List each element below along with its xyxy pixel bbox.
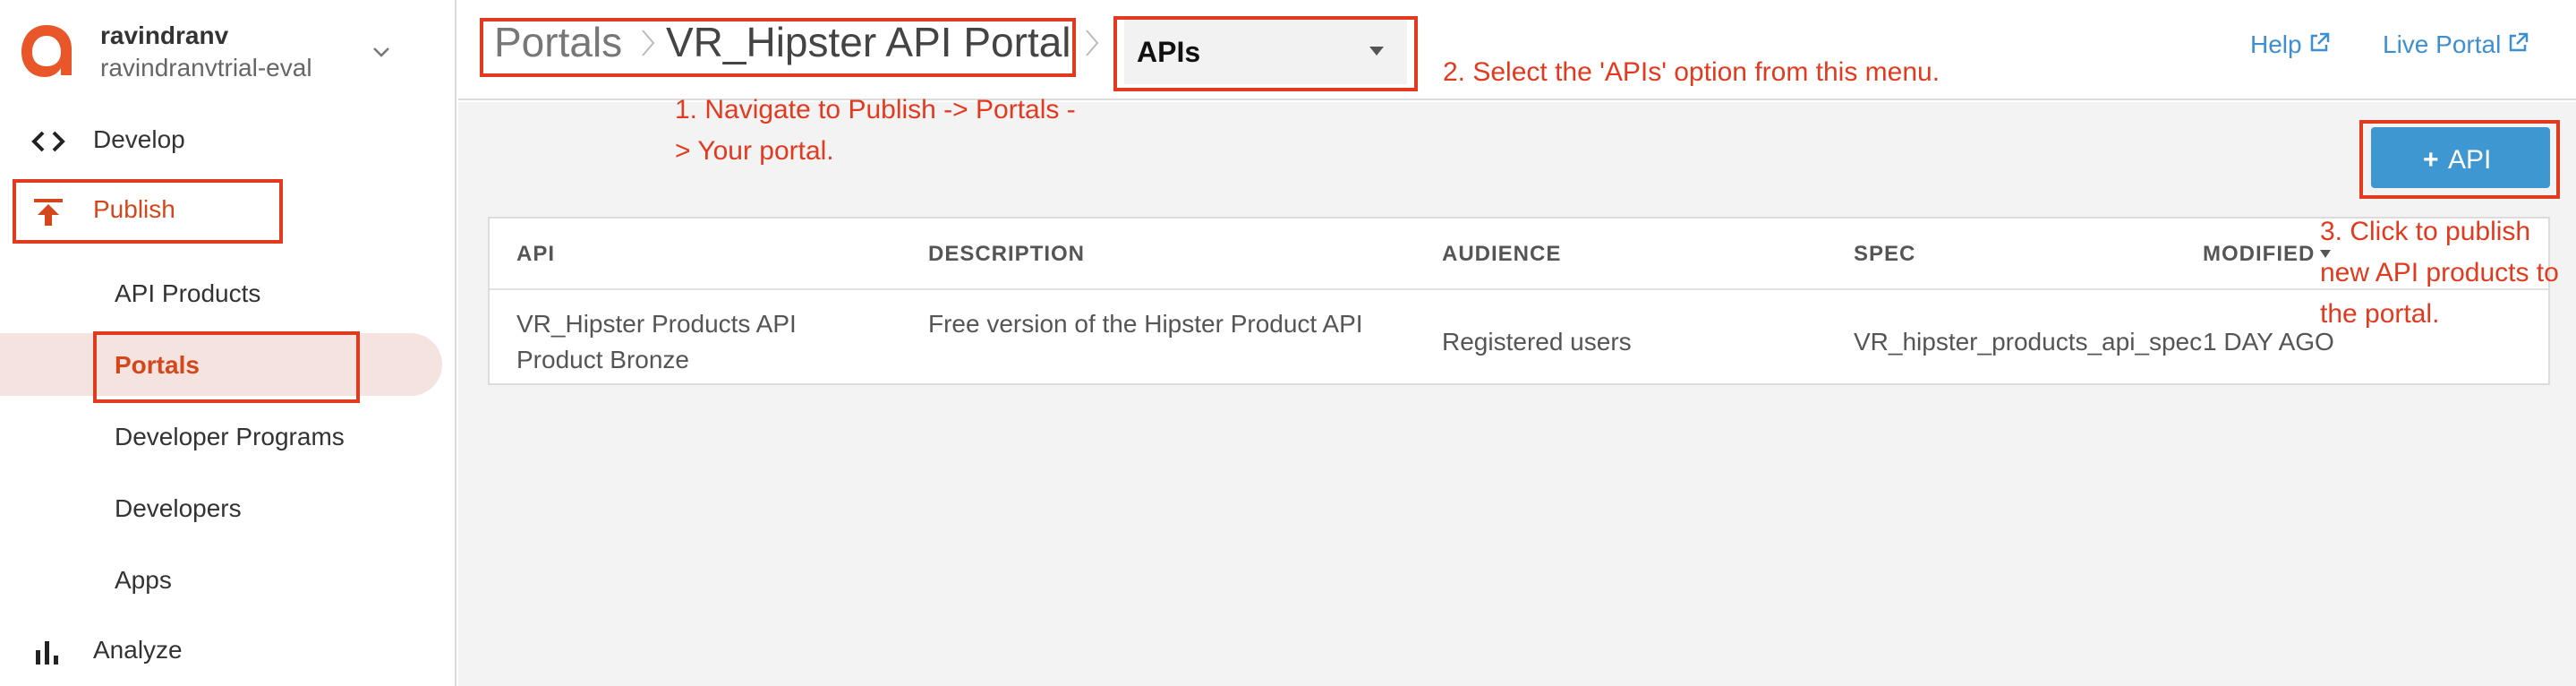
sidebar-item-developer-programs[interactable]: Developer Programs: [0, 405, 456, 467]
cell-api[interactable]: VR_Hipster Products API Product Bronze: [516, 306, 874, 378]
main-content: + API API DESCRIPTION AUDIENCE SPEC MODI…: [458, 102, 2576, 686]
org-name: ravindranv: [100, 21, 229, 49]
nav-develop[interactable]: Develop: [0, 111, 456, 170]
sidebar-item-developers[interactable]: Developers: [0, 476, 456, 539]
cell-description: Free version of the Hipster Product API: [928, 310, 1363, 338]
help-link[interactable]: Help: [2250, 30, 2331, 59]
bar-chart-icon: [36, 641, 58, 665]
annotation-box-portals: [93, 331, 360, 403]
sidebar-item-label: API Products: [115, 279, 261, 307]
nav-analyze[interactable]: Analyze: [0, 622, 456, 681]
live-portal-link[interactable]: Live Portal: [2383, 30, 2529, 59]
nav-develop-label: Develop: [93, 125, 185, 153]
sidebar-item-api-products[interactable]: API Products: [0, 262, 456, 324]
cell-modified: 1 DAY AGO: [2203, 328, 2334, 356]
annotation-step1: 1. Navigate to Publish -> Portals -> You…: [675, 95, 1076, 166]
live-portal-link-label: Live Portal: [2383, 30, 2502, 58]
chevron-right-icon: [1086, 30, 1099, 56]
column-header-modified[interactable]: MODIFIED: [2203, 242, 2333, 267]
column-header-api[interactable]: API: [516, 242, 555, 267]
external-link-icon: [2310, 32, 2329, 52]
help-link-label: Help: [2250, 30, 2302, 58]
cell-audience: Registered users: [1442, 328, 1632, 356]
column-header-spec[interactable]: SPEC: [1854, 242, 1915, 267]
external-link-icon: [2510, 32, 2529, 52]
sidebar-item-apps[interactable]: Apps: [0, 548, 456, 611]
apis-table: API DESCRIPTION AUDIENCE SPEC MODIFIED V…: [488, 217, 2550, 385]
annotation-step2: 2. Select the 'APIs' option from this me…: [1443, 57, 1941, 87]
chevron-down-icon[interactable]: [371, 41, 392, 63]
nav-analyze-label: Analyze: [93, 636, 183, 664]
code-icon: [31, 131, 65, 152]
apigee-logo: [21, 25, 72, 77]
annotation-box-add-api: [2359, 120, 2560, 199]
cell-spec: VR_hipster_products_api_spec: [1854, 328, 2203, 356]
sidebar-item-label: Developer Programs: [115, 423, 345, 450]
column-header-modified-label: MODIFIED: [2203, 242, 2316, 266]
sidebar-item-label: Apps: [115, 566, 172, 594]
annotation-box-publish: [13, 179, 283, 244]
org-subname: ravindranvtrial-eval: [100, 54, 312, 81]
annotation-box-select: [1113, 16, 1418, 91]
org-switcher[interactable]: ravindranv ravindranvtrial-eval: [20, 18, 440, 86]
column-header-audience[interactable]: AUDIENCE: [1442, 242, 1561, 267]
table-header-divider: [490, 288, 2548, 290]
annotation-step3: 3. Click to publish new API products to …: [2320, 217, 2559, 329]
sidebar-item-label: Developers: [115, 494, 242, 522]
annotation-box-breadcrumb: [480, 18, 1076, 77]
column-header-description[interactable]: DESCRIPTION: [928, 242, 1085, 267]
